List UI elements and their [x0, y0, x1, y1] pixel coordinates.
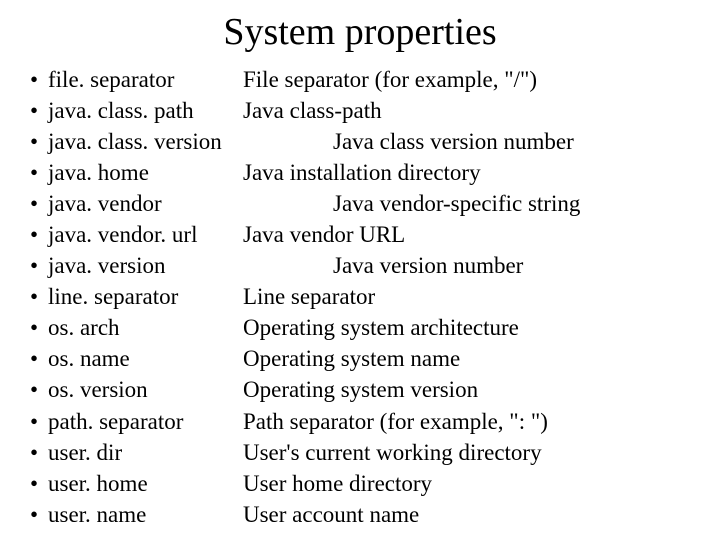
item-content: line. separatorLine separator	[48, 281, 700, 312]
property-name: user. home	[48, 468, 243, 499]
list-item: •user. dirUser's current working directo…	[20, 437, 700, 468]
item-content: user. homeUser home directory	[48, 468, 700, 499]
bullet-icon: •	[20, 95, 48, 126]
list-item: •user. nameUser account name	[20, 499, 700, 530]
property-description: User's current working directory	[243, 437, 542, 468]
bullet-icon: •	[20, 250, 48, 281]
item-content: java. homeJava installation directory	[48, 157, 700, 188]
property-description: Path separator (for example, ": ")	[243, 406, 548, 437]
list-item: •path. separatorPath separator (for exam…	[20, 406, 700, 437]
item-content: os. versionOperating system version	[48, 374, 700, 405]
page-title: System properties	[20, 10, 700, 54]
item-content: user. dirUser's current working director…	[48, 437, 700, 468]
bullet-icon: •	[20, 281, 48, 312]
bullet-icon: •	[20, 499, 48, 530]
property-name: os. arch	[48, 312, 243, 343]
properties-list: •file. separatorFile separator (for exam…	[20, 64, 700, 530]
property-description: User account name	[243, 499, 419, 530]
property-description: Operating system architecture	[243, 312, 519, 343]
item-content: java. versionJava version number	[48, 250, 700, 281]
property-name: path. separator	[48, 406, 243, 437]
list-item: •user. homeUser home directory	[20, 468, 700, 499]
property-name: line. separator	[48, 281, 243, 312]
item-content: java. vendor. urlJava vendor URL	[48, 219, 700, 250]
property-description: User home directory	[243, 468, 432, 499]
bullet-icon: •	[20, 343, 48, 374]
list-item: •java. vendor. urlJava vendor URL	[20, 219, 700, 250]
list-item: •java. class. pathJava class-path	[20, 95, 700, 126]
item-content: os. archOperating system architecture	[48, 312, 700, 343]
item-content: os. nameOperating system name	[48, 343, 700, 374]
property-name: os. name	[48, 343, 243, 374]
property-description: Java vendor-specific string	[333, 188, 580, 219]
property-name: user. name	[48, 499, 243, 530]
list-item: •java. homeJava installation directory	[20, 157, 700, 188]
property-name: java. class. version	[48, 126, 333, 157]
list-item: •java. vendorJava vendor-specific string	[20, 188, 700, 219]
property-name: java. class. path	[48, 95, 243, 126]
property-name: java. vendor	[48, 188, 333, 219]
bullet-icon: •	[20, 219, 48, 250]
bullet-icon: •	[20, 406, 48, 437]
property-name: file. separator	[48, 64, 243, 95]
property-description: Java vendor URL	[243, 219, 405, 250]
bullet-icon: •	[20, 188, 48, 219]
item-content: path. separatorPath separator (for examp…	[48, 406, 700, 437]
list-item: •os. versionOperating system version	[20, 374, 700, 405]
property-name: user. dir	[48, 437, 243, 468]
bullet-icon: •	[20, 312, 48, 343]
property-description: Java installation directory	[243, 157, 481, 188]
list-item: •file. separatorFile separator (for exam…	[20, 64, 700, 95]
property-name: java. vendor. url	[48, 219, 243, 250]
bullet-icon: •	[20, 437, 48, 468]
property-description: Java class-path	[243, 95, 382, 126]
property-description: Operating system version	[243, 374, 478, 405]
property-name: java. home	[48, 157, 243, 188]
item-content: java. class. pathJava class-path	[48, 95, 700, 126]
slide: System properties •file. separatorFile s…	[0, 0, 720, 550]
bullet-icon: •	[20, 468, 48, 499]
property-description: File separator (for example, "/")	[243, 64, 537, 95]
item-content: file. separatorFile separator (for examp…	[48, 64, 700, 95]
bullet-icon: •	[20, 126, 48, 157]
bullet-icon: •	[20, 64, 48, 95]
list-item: •java. versionJava version number	[20, 250, 700, 281]
property-name: java. version	[48, 250, 333, 281]
item-content: java. class. versionJava class version n…	[48, 126, 700, 157]
list-item: •line. separatorLine separator	[20, 281, 700, 312]
property-description: Java version number	[333, 250, 523, 281]
bullet-icon: •	[20, 374, 48, 405]
item-content: java. vendorJava vendor-specific string	[48, 188, 700, 219]
property-description: Line separator	[243, 281, 375, 312]
property-description: Java class version number	[333, 126, 574, 157]
property-description: Operating system name	[243, 343, 460, 374]
list-item: •java. class. versionJava class version …	[20, 126, 700, 157]
bullet-icon: •	[20, 157, 48, 188]
list-item: •os. nameOperating system name	[20, 343, 700, 374]
property-name: os. version	[48, 374, 243, 405]
item-content: user. nameUser account name	[48, 499, 700, 530]
list-item: •os. archOperating system architecture	[20, 312, 700, 343]
